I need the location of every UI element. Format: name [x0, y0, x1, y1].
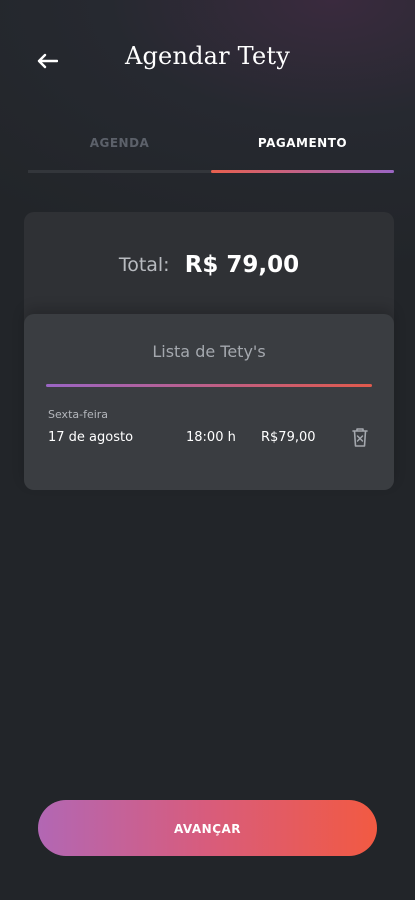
active-tab-indicator	[211, 170, 394, 173]
item-date: 17 de agosto	[48, 430, 134, 445]
item-price: R$79,00	[261, 430, 316, 445]
item-time: 18:00 h	[186, 430, 236, 445]
page-title: Agendar Tety	[124, 42, 291, 70]
tab-bar: AGENDA PAGAMENTO	[28, 130, 394, 176]
app-header: Agendar Tety	[0, 0, 415, 120]
total-row: Total: R$ 79,00	[24, 252, 394, 278]
total-label: Total:	[118, 254, 170, 276]
list-title: Lista de Tety's	[152, 342, 266, 361]
item-weekday: Sexta-feira	[48, 408, 109, 421]
total-value: R$ 79,00	[184, 252, 300, 278]
list-divider	[46, 384, 372, 387]
delete-item-button[interactable]	[348, 424, 372, 450]
advance-button[interactable]: AVANÇAR	[38, 800, 377, 856]
trash-icon	[352, 428, 368, 447]
tety-list-card: Lista de Tety's Sexta-feira 17 de agosto…	[24, 314, 394, 490]
